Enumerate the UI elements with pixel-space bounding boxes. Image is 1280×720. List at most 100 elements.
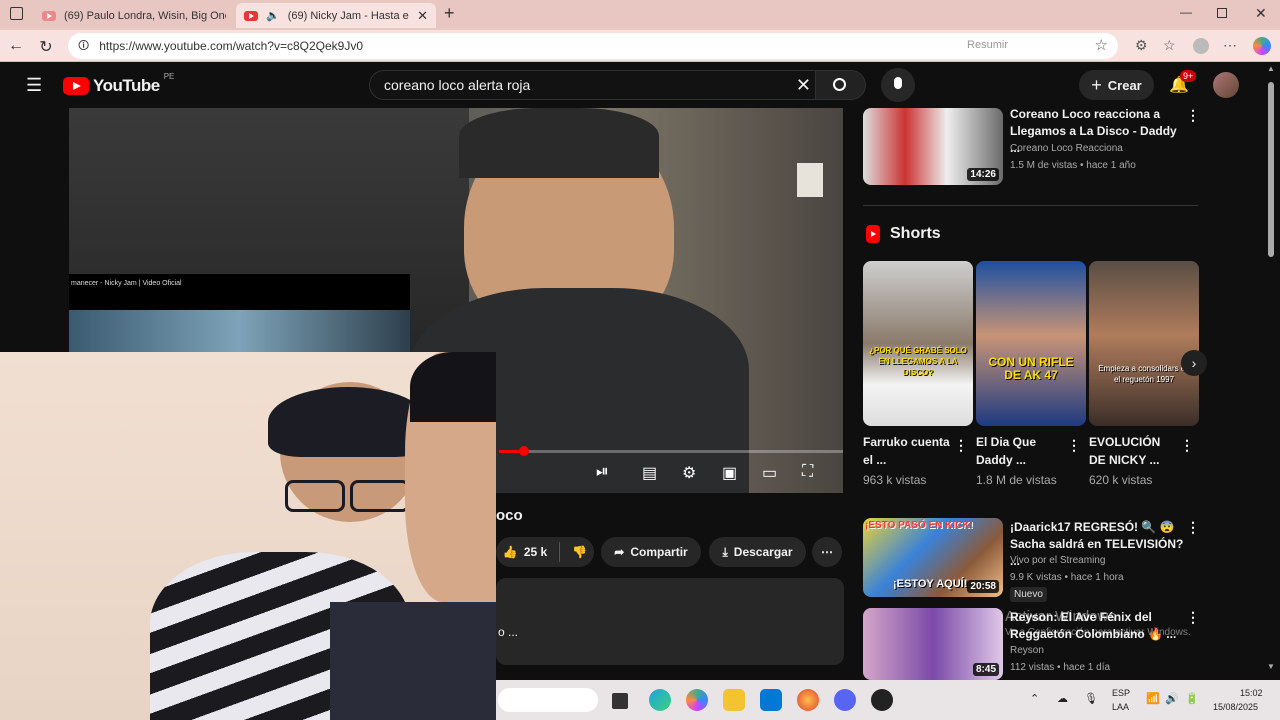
embedded-video-frame bbox=[69, 310, 410, 352]
address-bar-row: ← ↻ 🛈 https://www.youtube.com/watch?v=c8… bbox=[0, 30, 1280, 62]
channel-name[interactable]: Reyson bbox=[1010, 643, 1044, 658]
close-window-icon[interactable]: ✕ bbox=[1255, 5, 1267, 22]
embedded-video-title-bar: manecer - Nicky Jam | Video Oficial bbox=[69, 274, 410, 310]
short-thumbnail[interactable]: Empieza a consolidars en el reguetón 199… bbox=[1089, 261, 1199, 426]
copilot-icon[interactable] bbox=[1253, 37, 1271, 55]
short-title[interactable]: Farruko cuenta el ... bbox=[863, 433, 953, 469]
onedrive-icon[interactable]: ☁ bbox=[1057, 692, 1068, 705]
video-meta: 9.9 K vistas • hace 1 hora bbox=[1010, 572, 1124, 583]
maximize-icon[interactable] bbox=[1217, 8, 1227, 18]
menu-icon[interactable]: ☰ bbox=[26, 75, 42, 96]
download-button[interactable]: ⤓ Descargar bbox=[709, 537, 806, 567]
short-menu-icon[interactable]: ⋮ bbox=[1067, 437, 1081, 454]
create-button[interactable]: + Crear bbox=[1079, 70, 1154, 100]
search-value: coreano loco alerta roja bbox=[384, 77, 531, 93]
close-tab-icon[interactable]: ✕ bbox=[417, 8, 428, 24]
site-info-icon[interactable]: 🛈 bbox=[78, 37, 89, 56]
channel-name[interactable]: Coreano Loco Reacciona bbox=[1010, 141, 1123, 156]
share-button[interactable]: ➦ Compartir bbox=[601, 537, 701, 567]
firefox-icon[interactable] bbox=[797, 689, 819, 711]
video-menu-icon[interactable]: ⋮ bbox=[1186, 519, 1200, 536]
fullscreen-icon[interactable]: ⛶ bbox=[802, 463, 813, 481]
short-views: 620 k vistas bbox=[1089, 473, 1153, 487]
video-thumbnail[interactable]: ¡ESTO PASÓ EN KICK! ¡ESTOY AQUÍ! 20:58 bbox=[863, 518, 1003, 597]
search-input[interactable]: coreano loco alerta roja ✕ bbox=[369, 70, 816, 100]
language-code[interactable]: ESP bbox=[1112, 688, 1130, 698]
file-explorer-icon[interactable] bbox=[723, 689, 745, 711]
back-icon[interactable]: ← bbox=[6, 37, 26, 55]
scrollbar-thumb[interactable] bbox=[1268, 82, 1274, 257]
more-icon[interactable]: ⋯ bbox=[1223, 37, 1237, 54]
video-thumbnail[interactable]: 14:26 bbox=[863, 108, 1003, 185]
shorts-next-icon[interactable]: › bbox=[1181, 350, 1207, 376]
profile-icon[interactable] bbox=[1193, 38, 1209, 54]
short-thumbnail[interactable]: CON UN RIFLE DE AK 47 bbox=[976, 261, 1086, 426]
progress-scrubber[interactable] bbox=[519, 446, 529, 456]
volume-icon[interactable]: 🔊 bbox=[1165, 692, 1179, 705]
wifi-icon[interactable]: 📶 bbox=[1146, 692, 1160, 705]
more-actions-button[interactable]: ⋯ bbox=[812, 537, 842, 567]
short-title[interactable]: El Dia Que Daddy ... bbox=[976, 433, 1066, 469]
favorites-icon[interactable]: ☆ bbox=[1163, 37, 1176, 54]
battery-icon[interactable]: 🔋 bbox=[1185, 692, 1199, 705]
star-icon[interactable]: ☆ bbox=[1095, 36, 1108, 54]
new-tab-icon[interactable]: + bbox=[444, 3, 455, 24]
tab-nicky-jam[interactable]: 🔈 (69) Nicky Jam - Hasta el am ✕ bbox=[236, 3, 436, 28]
store-icon[interactable] bbox=[760, 689, 782, 711]
taskbar-search-box[interactable] bbox=[498, 688, 598, 712]
autoplay-toggle-icon[interactable]: ⏯ bbox=[596, 463, 609, 481]
task-view-icon[interactable] bbox=[612, 693, 628, 709]
language-layout[interactable]: LAA bbox=[1112, 702, 1129, 712]
subtitles-icon[interactable]: ▤ bbox=[642, 463, 657, 483]
shorts-heading: Shorts bbox=[890, 225, 941, 242]
settings-gear-icon[interactable]: ⚙ bbox=[682, 463, 696, 483]
edge-icon[interactable] bbox=[649, 689, 671, 711]
dislike-icon[interactable]: 👎 bbox=[572, 545, 587, 559]
youtube-header: ☰ YouTube PE coreano loco alerta roja ✕ … bbox=[4, 63, 1266, 108]
short-thumbnail[interactable]: ¿POR QUÉ GRABÉ SOLO EN LLEGAMOS A LA DIS… bbox=[863, 261, 973, 426]
minimize-icon[interactable]: — bbox=[1180, 5, 1192, 19]
extensions-icon[interactable]: ⚙ bbox=[1135, 37, 1148, 54]
progress-bar[interactable] bbox=[499, 450, 843, 453]
search-button[interactable] bbox=[816, 70, 866, 100]
divider bbox=[863, 205, 1198, 206]
video-thumbnail[interactable]: 8:45 bbox=[863, 608, 1003, 680]
youtube-logo[interactable]: YouTube PE bbox=[63, 72, 174, 96]
video-menu-icon[interactable]: ⋮ bbox=[1186, 107, 1200, 124]
miniplayer-icon[interactable]: ▣ bbox=[722, 463, 737, 483]
plus-icon: + bbox=[1091, 74, 1102, 95]
share-icon: ➦ bbox=[614, 545, 625, 559]
short-title[interactable]: EVOLUCIÓN DE NICKY ... bbox=[1089, 433, 1179, 469]
shorts-header: Shorts bbox=[866, 225, 941, 243]
like-count[interactable]: 25 k bbox=[524, 545, 547, 559]
scroll-down-icon[interactable]: ▼ bbox=[1267, 662, 1275, 671]
clear-search-icon[interactable]: ✕ bbox=[796, 75, 811, 96]
clock-date[interactable]: 15/08/2025 bbox=[1213, 702, 1258, 712]
app-icon[interactable] bbox=[871, 689, 893, 711]
description-box[interactable]: o ... bbox=[496, 578, 844, 665]
video-menu-icon[interactable]: ⋮ bbox=[1186, 609, 1200, 626]
url-field[interactable]: 🛈 https://www.youtube.com/watch?v=c8Q2Qe… bbox=[68, 33, 1118, 59]
resumir-button[interactable]: Resumir bbox=[967, 39, 1008, 51]
tab-paulo-londra[interactable]: (69) Paulo Londra, Wisin, Big One bbox=[34, 3, 234, 28]
show-hidden-icons-icon[interactable]: ⌃ bbox=[1030, 692, 1039, 705]
region-code: PE bbox=[163, 72, 175, 81]
reload-icon[interactable]: ↻ bbox=[36, 37, 56, 57]
short-menu-icon[interactable]: ⋮ bbox=[1180, 437, 1194, 454]
clock-time[interactable]: 15:02 bbox=[1240, 688, 1263, 698]
tab-actions-icon[interactable] bbox=[10, 7, 23, 20]
voice-search-button[interactable] bbox=[881, 68, 915, 102]
copilot-taskbar-icon[interactable] bbox=[686, 689, 708, 711]
webcam-overlay bbox=[0, 352, 496, 720]
short-menu-icon[interactable]: ⋮ bbox=[954, 437, 968, 454]
browser-tab-bar: (69) Paulo Londra, Wisin, Big One 🔈 (69)… bbox=[0, 0, 1280, 30]
avatar[interactable] bbox=[1213, 72, 1239, 98]
discord-icon[interactable] bbox=[834, 689, 856, 711]
theater-mode-icon[interactable]: ▭ bbox=[762, 463, 777, 483]
page-scrollbar[interactable]: ▲ ▼ bbox=[1262, 62, 1280, 680]
channel-name[interactable]: Vivo por el Streaming bbox=[1010, 553, 1105, 568]
like-dislike-group: 👍 25 k 👎 bbox=[496, 537, 594, 567]
mic-tray-icon[interactable]: 🎙 bbox=[1084, 692, 1098, 705]
scroll-up-icon[interactable]: ▲ bbox=[1267, 64, 1275, 73]
like-icon[interactable]: 👍 bbox=[503, 545, 518, 559]
